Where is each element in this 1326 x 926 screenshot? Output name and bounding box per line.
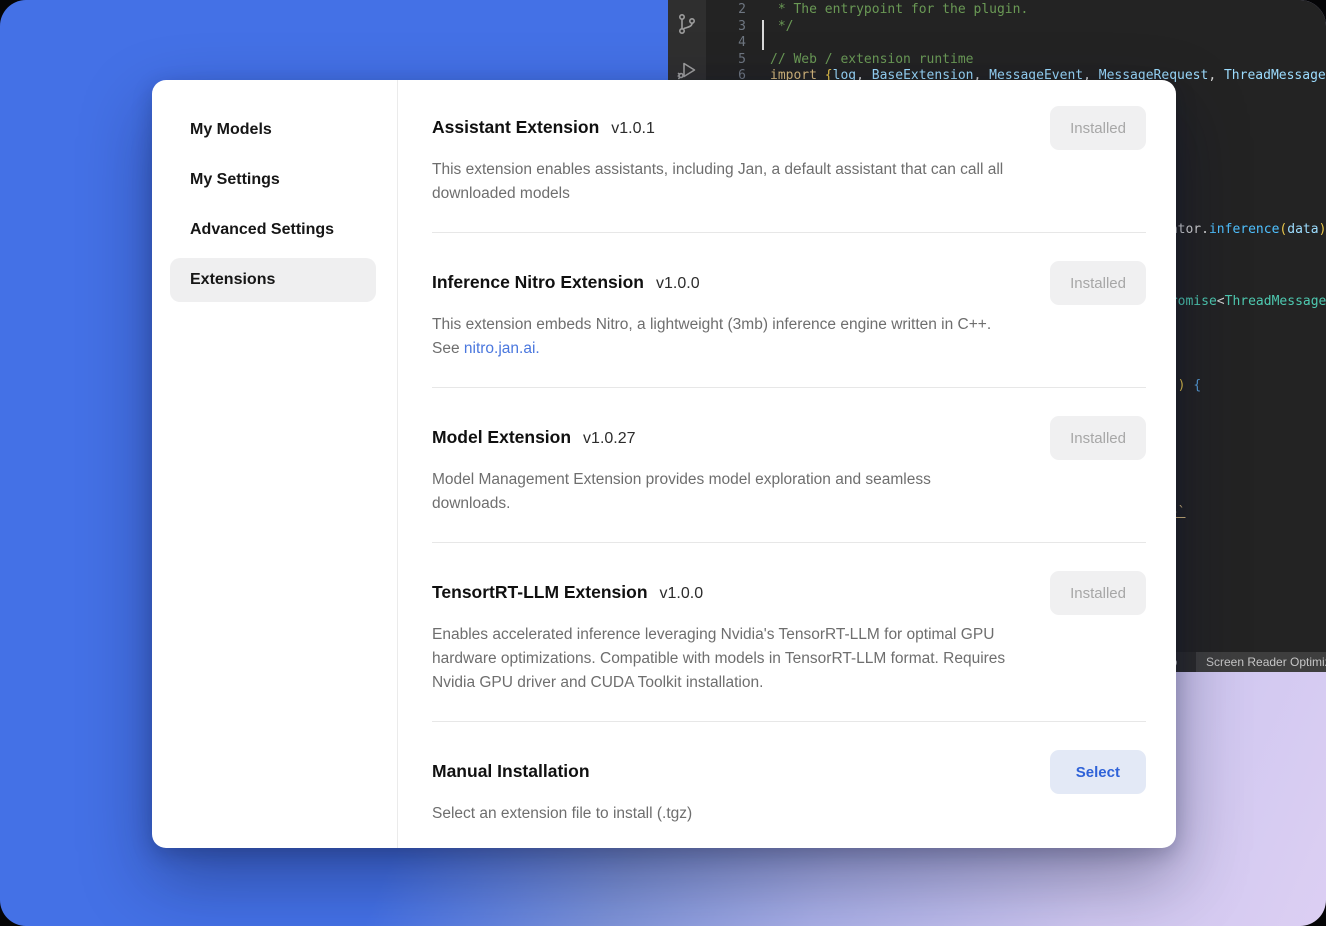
extension-titles: TensortRT-LLM Extension v1.0.0 <box>432 571 703 604</box>
extension-description: Enables accelerated inference leveraging… <box>432 623 1010 695</box>
extension-title: Manual Installation <box>432 759 590 783</box>
code-fragments: rator.inference(data)); Promise<ThreadMes… <box>1162 0 1326 672</box>
extension-header: Model Extension v1.0.27 Installed <box>432 416 1146 460</box>
extension-row: TensortRT-LLM Extension v1.0.0 Installed En… <box>432 571 1146 695</box>
extension-header: TensortRT-LLM Extension v1.0.0 Installed <box>432 571 1146 615</box>
extension-version: v1.0.27 <box>583 430 635 448</box>
code-token: inference <box>1209 222 1279 237</box>
extension-row: Assistant Extension v1.0.1 Installed This e… <box>432 106 1146 206</box>
extension-row: Manual Installation Select Select an exten… <box>432 750 1146 826</box>
code-token: )) <box>1319 222 1326 237</box>
installed-button[interactable]: Installed <box>1050 261 1146 305</box>
select-button[interactable]: Select <box>1050 750 1146 794</box>
extension-titles: Assistant Extension v1.0.1 <box>432 106 655 139</box>
extension-row: Inference Nitro Extension v1.0.0 Installed… <box>432 261 1146 361</box>
extension-description: Model Management Extension provides mode… <box>432 468 1010 516</box>
extension-title: Model Extension <box>432 425 571 449</box>
code-token: */ <box>770 19 793 36</box>
extension-title: Assistant Extension <box>432 115 599 139</box>
extension-header: Assistant Extension v1.0.1 Installed <box>432 106 1146 150</box>
code-fragment: Promise<ThreadMessage> <box>1162 294 1326 310</box>
code-token: ThreadMessage <box>1225 294 1326 309</box>
sidebar-item-my-models[interactable]: My Models <box>170 108 376 152</box>
code-token: * The entrypoint for the plugin. <box>770 2 1028 19</box>
sidebar-item-extensions[interactable]: Extensions <box>170 258 376 302</box>
line-number: 3 <box>706 19 770 36</box>
code-token: { <box>1193 378 1201 393</box>
extension-title: TensortRT-LLM Extension <box>432 580 648 604</box>
extension-description: This extension embeds Nitro, a lightweig… <box>432 313 1010 361</box>
extension-title: Inference Nitro Extension <box>432 270 644 294</box>
row-divider <box>432 232 1146 233</box>
sidebar-item-advanced-settings[interactable]: Advanced Settings <box>170 208 376 252</box>
line-number: 4 <box>706 35 770 52</box>
extension-version: v1.0.0 <box>660 585 704 603</box>
code-token: // Web / extension runtime <box>770 52 974 69</box>
extension-header: Manual Installation Select <box>432 750 1146 794</box>
installed-button[interactable]: Installed <box>1050 571 1146 615</box>
row-divider <box>432 721 1146 722</box>
row-divider <box>432 542 1146 543</box>
settings-sidebar: My Models My Settings Advanced Settings Ext… <box>152 80 398 848</box>
nitro-jan-ai-link[interactable]: nitro.jan.ai. <box>464 340 540 357</box>
settings-modal: My Models My Settings Advanced Settings Ext… <box>152 80 1176 848</box>
run-debug-icon[interactable] <box>675 58 699 82</box>
extension-description: Select an extension file to install (.tg… <box>432 802 1010 826</box>
extensions-list: Assistant Extension v1.0.1 Installed This e… <box>398 80 1176 848</box>
extension-version: v1.0.0 <box>656 275 700 293</box>
line-number: 5 <box>706 52 770 69</box>
code-token: data <box>1287 222 1318 237</box>
extension-titles: Manual Installation <box>432 750 590 783</box>
row-divider <box>432 387 1146 388</box>
code-fragment: rator.inference(data)); <box>1162 222 1326 238</box>
code-token: < <box>1217 294 1225 309</box>
extension-row: Model Extension v1.0.27 Installed Model Man… <box>432 416 1146 516</box>
extension-description: This extension enables assistants, inclu… <box>432 158 1010 206</box>
installed-button[interactable]: Installed <box>1050 106 1146 150</box>
extension-titles: Inference Nitro Extension v1.0.0 <box>432 261 700 294</box>
sidebar-item-my-settings[interactable]: My Settings <box>170 158 376 202</box>
extension-version: v1.0.1 <box>611 120 655 138</box>
screen-reader-status-item[interactable]: Screen Reader Optimized <box>1196 652 1326 672</box>
source-control-icon[interactable] <box>675 12 699 36</box>
line-number: 2 <box>706 2 770 19</box>
extension-header: Inference Nitro Extension v1.0.0 Installed <box>432 261 1146 305</box>
extension-titles: Model Extension v1.0.27 <box>432 416 636 449</box>
installed-button[interactable]: Installed <box>1050 416 1146 460</box>
desktop-background: 2 * The entrypoint for the plugin.3 */45… <box>0 0 1326 926</box>
editor-cursor <box>762 20 764 50</box>
